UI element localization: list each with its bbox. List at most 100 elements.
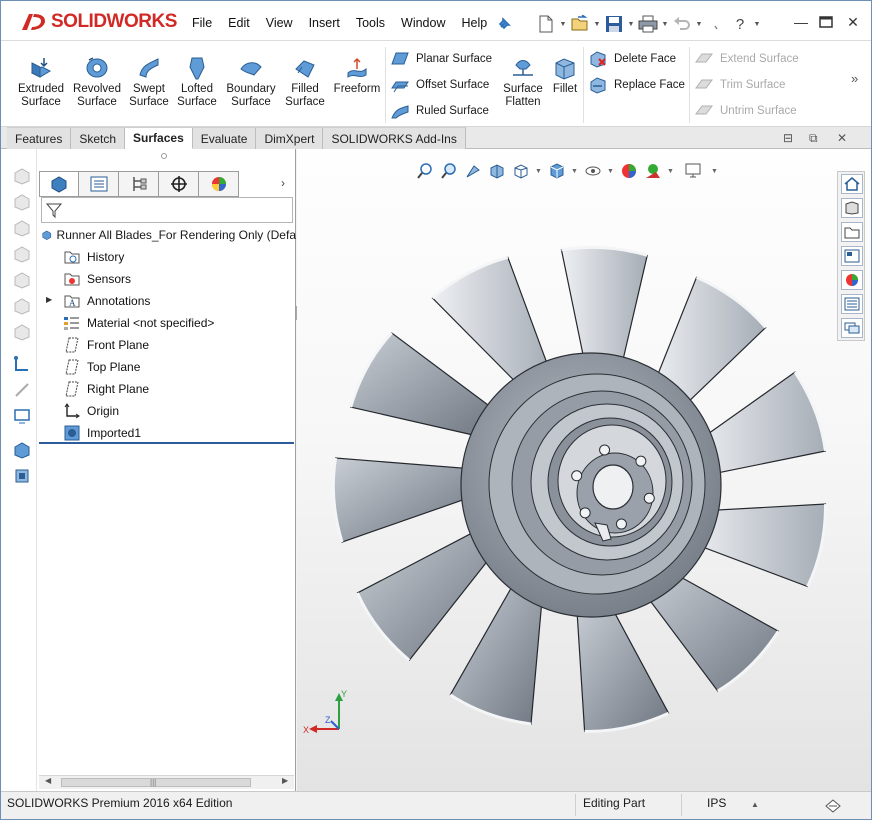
tree-horizontal-scrollbar[interactable]: ◀ ||| ▶: [39, 775, 294, 789]
tree-filter-input[interactable]: [41, 197, 293, 223]
ruled-surface-button[interactable]: Ruled Surface: [390, 101, 489, 121]
tree-item-imported1[interactable]: Imported1: [63, 424, 141, 442]
property-manager-tab[interactable]: [79, 171, 119, 197]
menu-edit[interactable]: Edit: [220, 16, 258, 30]
runner-blade: [332, 457, 466, 543]
chevron-right-icon[interactable]: ›: [281, 176, 285, 190]
menu-tools[interactable]: Tools: [348, 16, 393, 30]
tab-addins[interactable]: SOLIDWORKS Add-Ins: [323, 127, 466, 149]
print-icon[interactable]: [637, 13, 659, 35]
tab-surfaces[interactable]: Surfaces: [125, 127, 193, 149]
chevron-down-icon[interactable]: ▼: [661, 21, 669, 28]
delete-face-button[interactable]: Delete Face: [588, 49, 676, 69]
tab-sketch[interactable]: Sketch: [71, 127, 126, 149]
tree-item-annotations[interactable]: A Annotations: [63, 292, 150, 310]
feature-manager-panel: › Runner All Blades_For Rendering Only (…: [1, 149, 296, 791]
box-icon[interactable]: [13, 297, 31, 315]
select-icon[interactable]: [705, 13, 727, 35]
planar-surface-button[interactable]: Planar Surface: [390, 49, 492, 69]
save-icon[interactable]: [603, 13, 625, 35]
rebuild-icon[interactable]: [824, 798, 842, 814]
chevron-right-icon[interactable]: »: [851, 71, 858, 86]
tree-item-top-plane[interactable]: Top Plane: [63, 358, 140, 376]
fillet-button[interactable]: Fillet: [549, 55, 581, 96]
extend-surface-button[interactable]: Extend Surface: [694, 49, 799, 69]
chevron-down-icon[interactable]: ▼: [593, 21, 601, 28]
tree-item-front-plane[interactable]: Front Plane: [63, 336, 149, 354]
menu-window[interactable]: Window: [393, 16, 453, 30]
extruded-surface-button[interactable]: Extruded Surface: [16, 55, 66, 109]
trim-surface-button[interactable]: Trim Surface: [694, 75, 785, 95]
replace-face-button[interactable]: Replace Face: [588, 75, 685, 95]
tree-item-history[interactable]: History: [63, 248, 124, 266]
box-icon[interactable]: [13, 193, 31, 211]
lofted-surface-button[interactable]: Lofted Surface: [175, 55, 219, 109]
scroll-left-icon[interactable]: ◀: [45, 776, 51, 785]
measure-icon[interactable]: [13, 381, 31, 399]
open-document-icon[interactable]: [569, 13, 591, 35]
chevron-down-icon[interactable]: ▼: [695, 21, 703, 28]
tile-view-icon[interactable]: ⧉: [809, 131, 818, 146]
tree-item-material[interactable]: Material <not specified>: [63, 314, 214, 332]
menu-insert[interactable]: Insert: [301, 16, 348, 30]
help-question-icon[interactable]: ?: [729, 13, 751, 35]
boundary-surface-button[interactable]: Boundary Surface: [223, 55, 279, 109]
configuration-manager-tab[interactable]: [119, 171, 159, 197]
dimxpert-manager-tab[interactable]: [159, 171, 199, 197]
sketch-curve-icon[interactable]: [13, 355, 31, 373]
tab-dimxpert[interactable]: DimXpert: [256, 127, 324, 149]
tab-evaluate[interactable]: Evaluate: [192, 127, 257, 149]
chevron-down-icon[interactable]: ▼: [753, 21, 761, 28]
scroll-right-icon[interactable]: ▶: [282, 776, 288, 785]
chevron-up-icon[interactable]: ▲: [751, 800, 759, 809]
display-manager-tab[interactable]: [199, 171, 239, 197]
swept-surface-button[interactable]: Swept Surface: [127, 55, 171, 109]
close-icon[interactable]: ✕: [843, 13, 863, 31]
display-icon[interactable]: [13, 407, 31, 425]
tab-features[interactable]: Features: [7, 127, 72, 149]
freeform-button[interactable]: Freeform: [331, 55, 383, 96]
restore-view-icon[interactable]: ⊟: [783, 131, 793, 145]
box-icon[interactable]: [13, 271, 31, 289]
chevron-down-icon[interactable]: ▼: [559, 21, 567, 28]
menu-file[interactable]: File: [184, 16, 220, 30]
button-label: Replace Face: [614, 79, 685, 91]
chevron-down-icon[interactable]: ▼: [627, 21, 635, 28]
surface-flatten-button[interactable]: Surface Flatten: [501, 55, 545, 109]
tree-item-label: Front Plane: [87, 338, 150, 352]
menu-help[interactable]: Help: [454, 16, 496, 30]
revolved-surface-button[interactable]: Revolved Surface: [71, 55, 123, 109]
button-label: Surface: [503, 83, 543, 95]
menu-view[interactable]: View: [258, 16, 301, 30]
command-tabs: Features Sketch Surfaces Evaluate DimXpe…: [1, 127, 871, 149]
history-icon: [63, 248, 81, 266]
scroll-thumb[interactable]: |||: [61, 778, 251, 787]
undo-icon[interactable]: [671, 13, 693, 35]
rollback-bar[interactable]: [39, 442, 294, 444]
part-icon[interactable]: [13, 467, 31, 485]
feature-manager-tab[interactable]: [39, 171, 79, 197]
filled-surface-button[interactable]: Filled Surface: [283, 55, 327, 109]
box-icon[interactable]: [13, 167, 31, 185]
close-view-icon[interactable]: ✕: [837, 131, 847, 145]
minimize-icon[interactable]: —: [791, 13, 811, 31]
box-icon[interactable]: [13, 323, 31, 341]
status-units[interactable]: IPS: [707, 796, 726, 810]
new-document-icon[interactable]: [535, 13, 557, 35]
tree-item-origin[interactable]: Origin: [63, 402, 119, 420]
pin-icon[interactable]: [498, 16, 512, 30]
panel-grip-icon[interactable]: [161, 153, 167, 159]
tree-item-sensors[interactable]: Sensors: [63, 270, 131, 288]
runner-3d-model[interactable]: [297, 149, 871, 791]
expand-arrow-icon[interactable]: ▶: [46, 295, 52, 304]
maximize-icon[interactable]: [816, 13, 836, 31]
box-icon[interactable]: [13, 245, 31, 263]
solidworks-logo[interactable]: SOLIDWORKS: [19, 9, 177, 35]
tree-root-part[interactable]: Runner All Blades_For Rendering Only (De…: [41, 226, 296, 244]
untrim-surface-button[interactable]: Untrim Surface: [694, 101, 797, 121]
box-icon[interactable]: [13, 219, 31, 237]
tree-item-right-plane[interactable]: Right Plane: [63, 380, 149, 398]
part-icon[interactable]: [13, 441, 31, 459]
offset-surface-button[interactable]: Offset Surface: [390, 75, 489, 95]
graphics-viewport[interactable]: ⊟ ⧉ ✕ ▼ ▼ ▼ ▼ ▼ Y X Z: [297, 131, 871, 791]
